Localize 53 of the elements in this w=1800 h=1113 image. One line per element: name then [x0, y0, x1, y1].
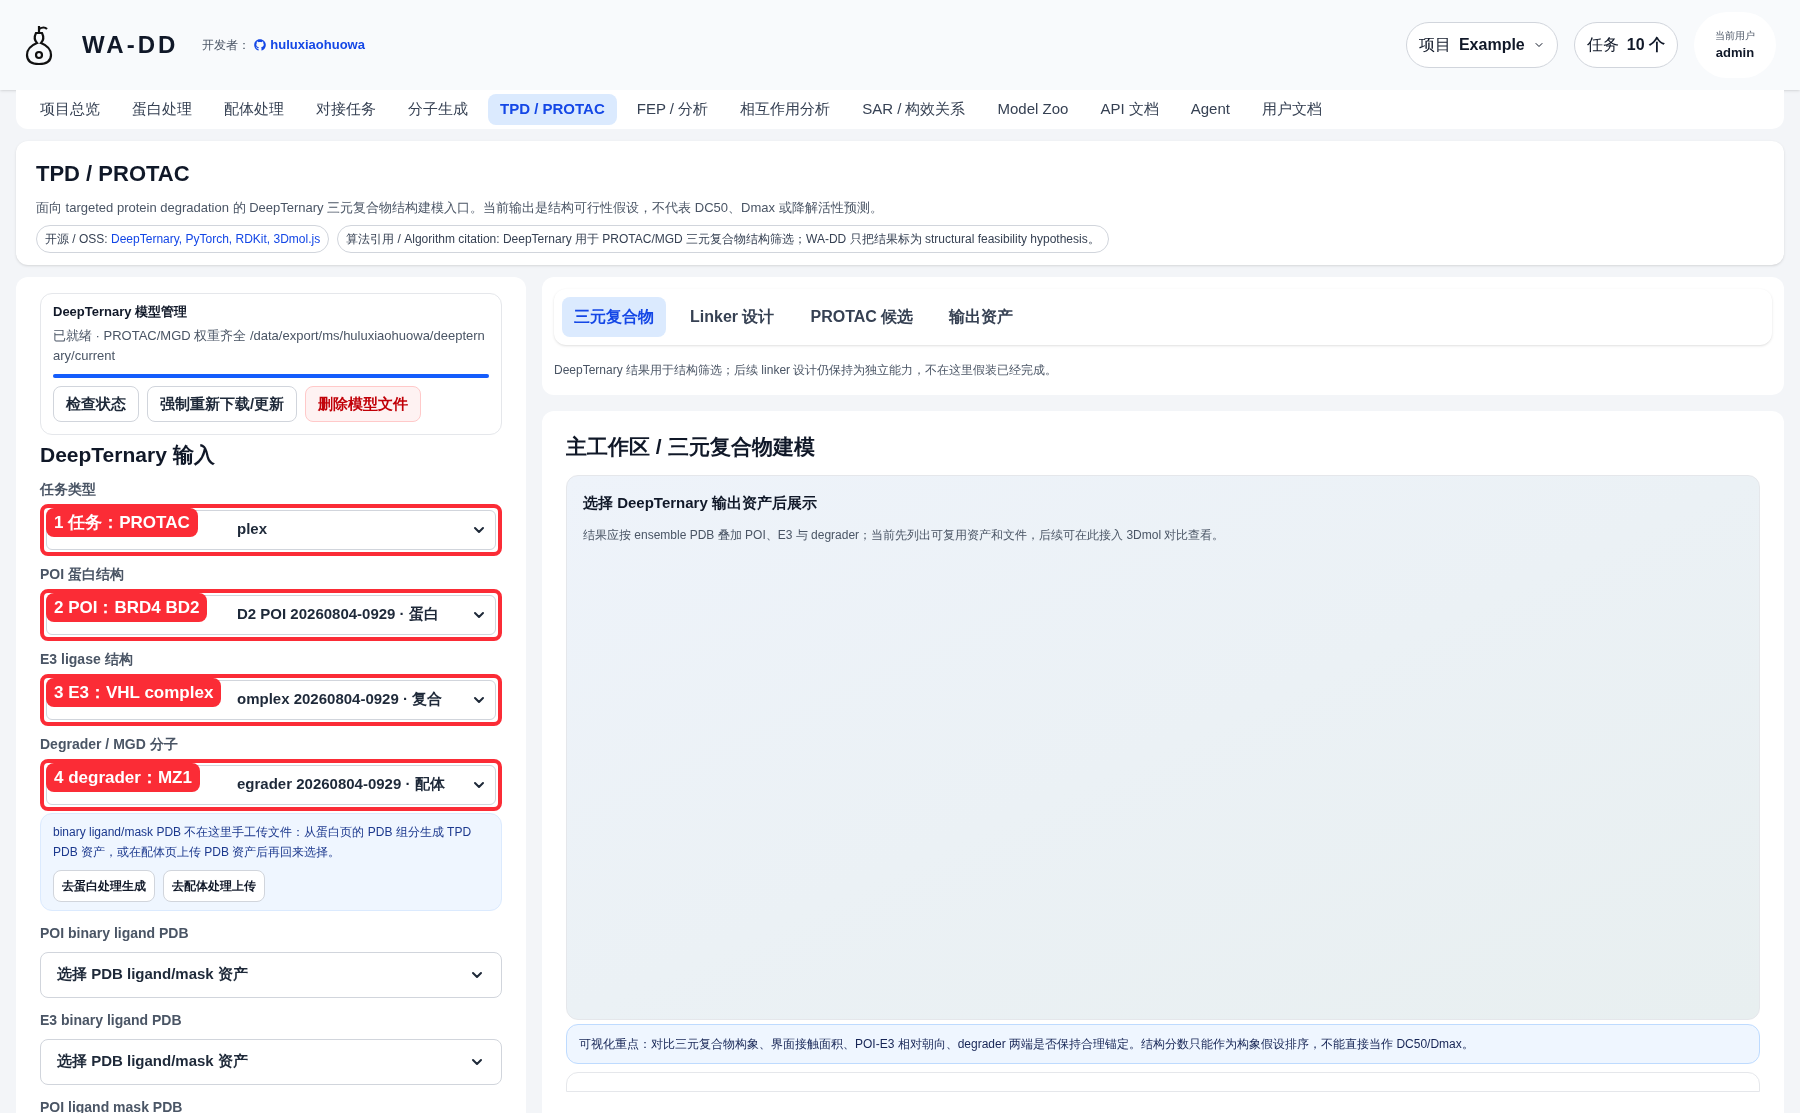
- field-label: E3 ligase 结构: [40, 649, 134, 669]
- tabs-note: DeepTernary 结果用于结构筛选；后续 linker 设计仍保持为独立能力，不在这里假装已经完成。: [554, 362, 1059, 379]
- model-title: DeepTernary 模型管理: [53, 303, 189, 321]
- user-badge[interactable]: 当前用户 admin: [1694, 12, 1776, 78]
- gourd-icon: [24, 24, 54, 66]
- viewer-title: 选择 DeepTernary 输出资产后展示: [583, 492, 818, 513]
- nav-tab[interactable]: 分子生成: [396, 94, 480, 125]
- action-button[interactable]: 强制重新下载/更新: [147, 385, 298, 422]
- nav-tab[interactable]: 用户文档: [1249, 94, 1334, 125]
- nav-tab[interactable]: FEP / 分析: [624, 94, 721, 125]
- nav-tab[interactable]: 相互作用分析: [728, 94, 843, 125]
- workspace-title: 主工作区 / 三元复合物建模: [566, 434, 816, 460]
- delete-button[interactable]: 删除模型文件: [305, 385, 422, 422]
- github-icon: [254, 39, 267, 51]
- select-field[interactable]: 选择 PDB ligand/mask 资产: [40, 951, 502, 998]
- nav-tab[interactable]: 对接任务: [304, 94, 388, 125]
- tab[interactable]: 输出资产: [937, 297, 1026, 337]
- nav-tab[interactable]: 配体处理: [212, 94, 296, 125]
- section-title: DeepTernary 输入: [40, 442, 216, 468]
- field-label: Degrader / MGD 分子: [40, 734, 179, 754]
- field-label: POI 蛋白结构: [40, 564, 125, 584]
- nav-tab[interactable]: TPD / PROTAC: [488, 94, 617, 125]
- step-tooltip: 1 任务：PROTAC: [46, 507, 198, 537]
- field-label: POI binary ligand PDB: [40, 923, 190, 943]
- step-tooltip: 2 POI：BRD4 BD2: [46, 592, 208, 622]
- project-selector[interactable]: 项目 Example: [1405, 22, 1558, 68]
- page-subtitle: 面向 targeted protein degradation 的 DeepTernary 三元复合物结构建模入口。当前输出是结构可行性假设，不代表 DC50、Dmax 或降解活性预测。: [36, 198, 884, 217]
- nav-tab[interactable]: 项目总览: [28, 94, 112, 125]
- nav-tab[interactable]: SAR / 构效关系: [850, 94, 978, 125]
- link-button[interactable]: 去配体处理上传: [163, 869, 265, 902]
- select-field[interactable]: 选择 PDB ligand/mask 资产: [40, 1038, 502, 1085]
- developer-label: 开发者：: [202, 37, 251, 54]
- nav-tab[interactable]: 蛋白处理: [120, 94, 204, 125]
- action-button[interactable]: 检查状态: [53, 385, 139, 422]
- nav-tab[interactable]: API 文档: [1088, 94, 1171, 125]
- field-label: E3 binary ligand PDB: [40, 1010, 183, 1030]
- tab[interactable]: 三元复合物: [562, 297, 666, 337]
- viewer-text: 结果应按 ensemble PDB 叠加 POI、E3 与 degrader；当前先列出可复用资产和文件，后续可在此接入 3Dmol 对比查看。: [583, 527, 1226, 544]
- nav-tab[interactable]: Model Zoo: [985, 94, 1081, 125]
- notice-text: binary ligand/mask PDB 不在这里手工传文件：从蛋白页的 PDB 组分生成 TPD PDB 资产，或在配体页上传 PDB 资产后再回来选择。: [53, 823, 473, 861]
- tab[interactable]: PROTAC 候选: [798, 297, 926, 337]
- field-label: 任务类型: [40, 479, 97, 499]
- developer-link[interactable]: huluxiaohuowa: [254, 35, 365, 55]
- step-tooltip: 3 E3：VHL complex: [46, 677, 222, 707]
- model-status: 已就绪 · PROTAC/MGD 权重齐全 /data/export/ms/huluxiaohuowa/deepternary/current: [53, 326, 486, 365]
- focus-note: 可视化重点：对比三元复合物构象、界面接触面积、POI-E3 相对朝向、degrader 两端是否保持合理锚定。结构分数只能作为构象假设排序，不能直接当作 DC50/Dmax。: [566, 1023, 1760, 1064]
- tab[interactable]: Linker 设计: [678, 297, 787, 337]
- link-button[interactable]: 去蛋白处理生成: [53, 869, 155, 902]
- tasks-button[interactable]: 任务 10 个: [1573, 22, 1678, 68]
- page-title: TPD / PROTAC: [36, 159, 191, 188]
- logo: WA-DD: [82, 30, 179, 60]
- nav-tab[interactable]: Agent: [1178, 94, 1242, 125]
- step-tooltip: 4 degrader：MZ1: [46, 762, 200, 792]
